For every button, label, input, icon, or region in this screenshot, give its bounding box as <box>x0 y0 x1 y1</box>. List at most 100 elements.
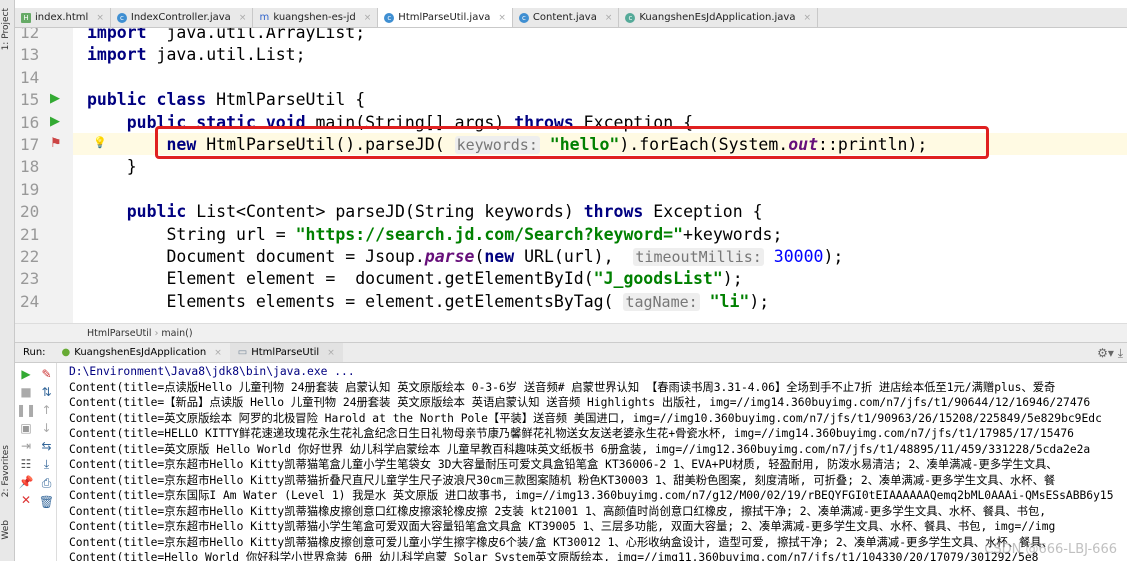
favorites-tool-button[interactable]: 2: Favorites <box>1 445 11 497</box>
spring-class-icon: c <box>625 12 636 23</box>
code-line: Element element = document.getElementByI… <box>87 268 743 290</box>
html-file-icon: H <box>21 12 31 23</box>
code-token: ); <box>823 247 844 266</box>
breadcrumb-class[interactable]: HtmlParseUtil <box>87 328 152 339</box>
tab-htmlparseutil-java[interactable]: c HtmlParseUtil.java × <box>378 8 513 27</box>
code-editor[interactable]: 12 13 14 15 16 17 18 19 20 21 22 23 24 ▶ ▶ ⚑ import jav… <box>15 28 1127 323</box>
tab-label: HtmlParseUtil.java <box>398 12 491 23</box>
gutter: 12 13 14 15 16 17 18 19 20 21 22 23 24 ▶ ▶ ⚑ <box>15 28 73 323</box>
code-token: Document document = Jsoup. <box>87 247 425 266</box>
soft-wrap-icon[interactable]: ⇆ <box>41 439 51 453</box>
print-icon[interactable]: ⎙ <box>42 476 52 491</box>
close-icon[interactable]: × <box>239 13 247 23</box>
pause-icon[interactable]: ❚❚ <box>16 403 36 417</box>
run-toolbar: Run: ● KuangshenEsJdApplication × ▭ HtmlPar… <box>15 342 1127 363</box>
tab-kuangshenesjdapplication-java[interactable]: c KuangshenEsJdApplication.java × <box>619 8 819 27</box>
close-icon[interactable]: × <box>498 13 506 23</box>
code-token: } <box>87 157 137 177</box>
run-tab-htmlparseutil[interactable]: ▭ HtmlParseUtil × <box>229 343 343 362</box>
sort-icon[interactable]: ⇅ <box>41 385 51 399</box>
code-token: tagName: <box>623 292 700 311</box>
close-icon[interactable]: × <box>605 13 613 23</box>
stop-icon[interactable]: ■ <box>20 385 31 399</box>
close-icon[interactable]: × <box>364 13 372 23</box>
lambda-override-icon[interactable]: ⚑ <box>50 136 62 151</box>
tab-label: Content.java <box>532 12 597 23</box>
code-token: "J_goodsList" <box>593 269 723 289</box>
web-tool-button[interactable]: Web <box>1 520 11 540</box>
close-icon[interactable]: × <box>327 348 335 358</box>
highlight-annotation-box <box>155 126 989 159</box>
tab-label: KuangshenEsJdApplication.java <box>639 12 796 23</box>
tab-indexcontroller-java[interactable]: c IndexController.java × <box>111 8 254 27</box>
console-line: Content(title=京东超市Hello Kitty凯蒂猫橡皮擦创意可爱儿… <box>69 535 1053 549</box>
scroll-to-end-icon[interactable]: ⤓ <box>44 457 49 472</box>
lightbulb-icon[interactable]: 💡 <box>93 136 107 149</box>
line-number: 16 <box>20 112 40 132</box>
line-number: 14 <box>20 67 40 87</box>
code-token: List<Content> parseJD(String keywords) <box>186 202 584 222</box>
code-token: Exception { <box>643 202 763 222</box>
class-icon: ▭ <box>237 347 248 358</box>
watermark: CSDN @666-LBJ-666 <box>984 542 1117 557</box>
layout-icon[interactable]: ☷ <box>21 457 32 471</box>
class-icon: c <box>384 12 395 23</box>
exit-icon[interactable]: ⇥ <box>21 439 31 453</box>
tab-content-java[interactable]: c Content.java × <box>513 8 620 27</box>
code-token: java.util.ArrayList; <box>146 28 366 42</box>
run-gutter-icon[interactable]: ▶ <box>50 91 60 106</box>
run-gutter-icon[interactable]: ▶ <box>50 114 60 129</box>
class-icon: c <box>116 12 127 23</box>
code-line: Document document = Jsoup.parse(new URL(… <box>87 246 843 268</box>
editor-tabs: Hindex.html × c IndexController.java × m kuang… <box>15 8 1127 28</box>
breadcrumb: HtmlParseUtil › main() <box>15 323 1127 342</box>
spring-icon: ● <box>61 347 71 358</box>
close-run-icon[interactable]: ✕ <box>21 493 31 507</box>
code-token: ); <box>722 269 743 289</box>
code-token: +keywords; <box>683 224 783 244</box>
breadcrumb-method[interactable]: main() <box>161 328 192 339</box>
project-tool-button[interactable]: 1: Project <box>1 8 11 50</box>
down-icon[interactable]: ↓ <box>41 421 51 435</box>
dump-threads-icon[interactable]: ▣ <box>20 421 31 435</box>
code-token: public class <box>87 90 207 110</box>
console-line: Content(title=京东超市Hello Kitty凯蒂猫折叠尺直尺儿童学… <box>69 473 1056 487</box>
class-icon: c <box>518 12 529 23</box>
code-line: public class HtmlParseUtil { <box>87 89 365 111</box>
edit-config-icon[interactable]: ✎ <box>41 367 51 381</box>
line-number: 22 <box>20 247 40 266</box>
hide-icon[interactable]: ⤓ <box>1118 346 1123 360</box>
tab-kuangshen-es-jd[interactable]: m kuangshen-es-jd × <box>253 8 379 27</box>
line-number: 15 <box>20 90 40 110</box>
run-tab-kuangshen[interactable]: ● KuangshenEsJdApplication × <box>54 343 230 362</box>
rerun-icon[interactable]: ▶ <box>21 367 30 381</box>
console-line: Content(title=英文原版绘本 阿罗的北极冒险 Harold at t… <box>69 411 1102 425</box>
console-line: Content(title=点读版Hello 儿童刊物 24册套装 启蒙认知 英… <box>69 380 1056 394</box>
tab-index-html[interactable]: Hindex.html × <box>15 8 111 27</box>
close-icon[interactable]: × <box>803 13 811 23</box>
console-line: Content(title=英文原版 Hello World 你好世界 幼儿科学… <box>69 442 1091 456</box>
code-token: String url = <box>87 224 296 244</box>
console-output[interactable]: D:\Environment\Java8\jdk8\bin\java.exe .… <box>69 363 1127 561</box>
line-number: 19 <box>20 179 40 199</box>
pin-icon[interactable]: 📌 <box>19 475 34 489</box>
code-token: HtmlParseUtil { <box>206 90 366 110</box>
line-number: 24 <box>20 291 40 311</box>
tab-label: kuangshen-es-jd <box>273 12 356 23</box>
code-token: "li" <box>709 291 750 311</box>
console-line: Content(title=京东超市Hello Kitty凯蒂猫小学生笔盒可爱双… <box>69 520 1056 533</box>
up-icon[interactable]: ↑ <box>41 403 51 417</box>
line-number: 18 <box>20 157 40 177</box>
code-token: ( <box>474 247 485 266</box>
console-line: Content(title=【新品】点读版 Hello 儿童刊物 24册套装 英… <box>69 396 1091 409</box>
code-token: ); <box>749 291 770 311</box>
run-actions: ▶ ■ ❚❚ ▣ ⇥ ☷ 📌 ✕ <box>16 363 36 561</box>
console-actions: ✎ ⇅ ↑ ↓ ⇆ ⤓ ⎙ 🗑 <box>37 363 57 561</box>
clear-icon[interactable]: 🗑 <box>39 495 54 509</box>
gear-icon[interactable]: ⚙▾ <box>1097 346 1114 360</box>
code-token: throws <box>583 202 644 222</box>
close-icon[interactable]: × <box>214 348 222 358</box>
close-icon[interactable]: × <box>96 13 104 23</box>
